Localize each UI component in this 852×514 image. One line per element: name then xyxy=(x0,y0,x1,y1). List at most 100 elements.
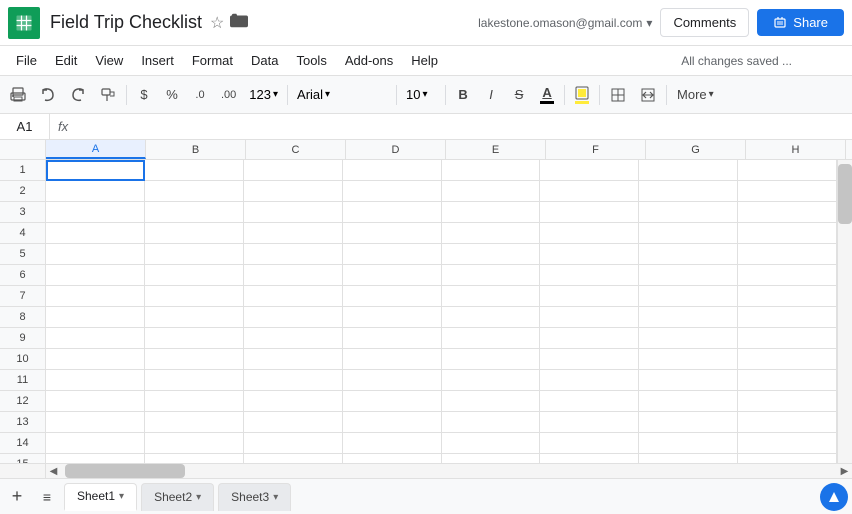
menu-file[interactable]: File xyxy=(8,49,45,72)
table-row xyxy=(46,202,837,223)
decimal-decrease-button[interactable]: .0 xyxy=(187,81,213,109)
sep2 xyxy=(287,85,288,105)
col-header-b[interactable]: B xyxy=(146,140,246,159)
cell-reference-box[interactable]: A1 xyxy=(0,114,50,139)
col-header-a[interactable]: A xyxy=(46,140,146,159)
sep4 xyxy=(445,85,446,105)
cell-a1[interactable] xyxy=(46,160,145,181)
horizontal-scrollbar-row: ◀ ▶ xyxy=(0,463,852,478)
cell-d1[interactable] xyxy=(343,160,442,181)
app-logo xyxy=(8,7,40,39)
sheet-nav-right xyxy=(820,483,848,511)
table-row xyxy=(46,370,837,391)
horizontal-scrollbar-thumb[interactable] xyxy=(65,464,185,478)
percent-button[interactable]: % xyxy=(159,81,185,109)
col-header-h[interactable]: H xyxy=(746,140,846,159)
cell-h1[interactable] xyxy=(738,160,837,181)
comments-button[interactable]: Comments xyxy=(660,8,749,37)
menu-addons[interactable]: Add-ons xyxy=(337,49,401,72)
sep1 xyxy=(126,85,127,105)
row-numbers: 1 2 3 4 5 6 7 8 9 10 11 12 13 14 15 xyxy=(0,160,46,463)
redo-button[interactable] xyxy=(64,81,92,109)
print-button[interactable] xyxy=(4,81,32,109)
row-num-5: 5 xyxy=(0,244,45,265)
menu-help[interactable]: Help xyxy=(403,49,446,72)
sheet2-arrow[interactable]: ▾ xyxy=(196,492,201,503)
col-header-d[interactable]: D xyxy=(346,140,446,159)
horizontal-scrollbar[interactable] xyxy=(61,464,837,478)
bold-button[interactable]: B xyxy=(450,81,476,109)
paint-format-button[interactable] xyxy=(94,81,122,109)
italic-button[interactable]: I xyxy=(478,81,504,109)
cells-area xyxy=(46,160,837,463)
col-header-f[interactable]: F xyxy=(546,140,646,159)
sheet3-arrow[interactable]: ▾ xyxy=(273,492,278,503)
more-button[interactable]: More ▾ xyxy=(671,81,720,109)
table-row xyxy=(46,223,837,244)
cell-g1[interactable] xyxy=(639,160,738,181)
sep3 xyxy=(396,85,397,105)
sheets-menu-button[interactable]: ≡ xyxy=(34,484,60,510)
cell-e1[interactable] xyxy=(442,160,541,181)
menu-data[interactable]: Data xyxy=(243,49,286,72)
h-scroll-right-button[interactable]: ▶ xyxy=(837,464,852,478)
folder-icon[interactable] xyxy=(230,12,248,33)
col-header-c[interactable]: C xyxy=(246,140,346,159)
currency-button[interactable]: $ xyxy=(131,81,157,109)
sheet1-arrow[interactable]: ▾ xyxy=(119,491,124,502)
add-sheet-button[interactable]: + xyxy=(4,484,30,510)
merge-cells-button[interactable] xyxy=(634,81,662,109)
sheet-tabs-bar: + ≡ Sheet1 ▾ Sheet2 ▾ Sheet3 ▾ xyxy=(0,478,852,514)
text-color-button[interactable]: A xyxy=(534,81,560,109)
number-format-dropdown[interactable]: 123 ▾ xyxy=(244,81,283,109)
font-family-dropdown[interactable]: Arial ▾ xyxy=(292,81,392,109)
vertical-scrollbar[interactable] xyxy=(837,160,852,463)
row-num-6: 6 xyxy=(0,265,45,286)
row-num-3: 3 xyxy=(0,202,45,223)
table-row xyxy=(46,160,837,181)
formula-input[interactable] xyxy=(76,119,852,134)
row-num-14: 14 xyxy=(0,433,45,454)
table-row xyxy=(46,286,837,307)
sheet-tab-sheet2[interactable]: Sheet2 ▾ xyxy=(141,483,214,511)
table-row xyxy=(46,328,837,349)
table-row xyxy=(46,412,837,433)
decimal-increase-button[interactable]: .00 xyxy=(215,81,242,109)
cell-c1[interactable] xyxy=(244,160,343,181)
sep5 xyxy=(564,85,565,105)
autosave-status: All changes saved ... xyxy=(681,54,792,68)
user-email[interactable]: lakestone.omason@gmail.com ▾ xyxy=(478,16,652,30)
share-button[interactable]: Share xyxy=(757,9,844,36)
menu-tools[interactable]: Tools xyxy=(288,49,334,72)
row-num-9: 9 xyxy=(0,328,45,349)
row-num-8: 8 xyxy=(0,307,45,328)
sep7 xyxy=(666,85,667,105)
cell-a2[interactable] xyxy=(46,181,145,202)
undo-button[interactable] xyxy=(34,81,62,109)
menu-bar: File Edit View Insert Format Data Tools … xyxy=(0,46,852,76)
font-size-dropdown[interactable]: 10 ▾ xyxy=(401,81,441,109)
menu-format[interactable]: Format xyxy=(184,49,241,72)
strikethrough-button[interactable]: S xyxy=(506,81,532,109)
sheet-tab-sheet3[interactable]: Sheet3 ▾ xyxy=(218,483,291,511)
cell-f1[interactable] xyxy=(540,160,639,181)
col-header-g[interactable]: G xyxy=(646,140,746,159)
explore-button[interactable] xyxy=(820,483,848,511)
highlight-color-button[interactable] xyxy=(569,81,595,109)
menu-view[interactable]: View xyxy=(87,49,131,72)
borders-button[interactable] xyxy=(604,81,632,109)
cell-b1[interactable] xyxy=(145,160,244,181)
doc-title[interactable]: Field Trip Checklist xyxy=(50,12,202,33)
spreadsheet-container: A B C D E F G H 1 2 3 4 5 6 7 8 9 10 11 … xyxy=(0,140,852,478)
h-scroll-corner xyxy=(0,464,46,478)
table-row xyxy=(46,433,837,454)
row-num-2: 2 xyxy=(0,181,45,202)
h-scroll-left-button[interactable]: ◀ xyxy=(46,464,61,478)
top-bar: Field Trip Checklist ☆ lakestone.omason@… xyxy=(0,0,852,46)
menu-insert[interactable]: Insert xyxy=(133,49,182,72)
vertical-scrollbar-thumb[interactable] xyxy=(838,164,852,224)
col-header-e[interactable]: E xyxy=(446,140,546,159)
sheet-tab-sheet1[interactable]: Sheet1 ▾ xyxy=(64,483,137,511)
menu-edit[interactable]: Edit xyxy=(47,49,85,72)
star-icon[interactable]: ☆ xyxy=(210,13,224,33)
